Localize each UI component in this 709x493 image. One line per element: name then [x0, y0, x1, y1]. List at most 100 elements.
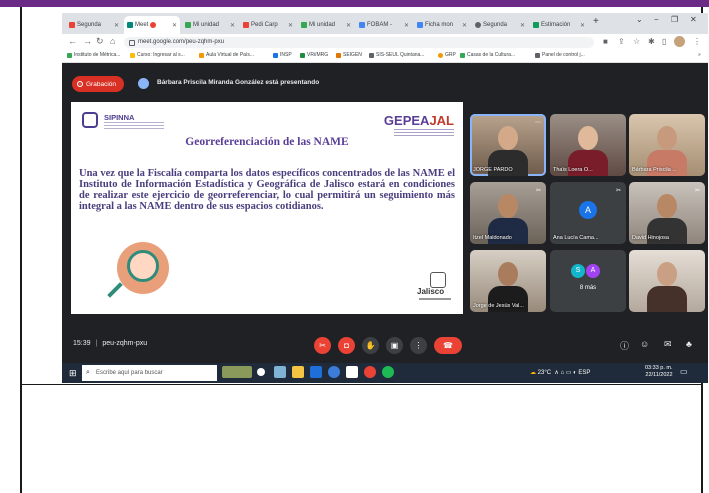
meeting-info: 15:39 | peu-zqhm-pxu — [73, 340, 147, 347]
camera-toggle-button[interactable]: ◘ — [338, 337, 355, 354]
back-icon[interactable]: ← — [68, 36, 77, 46]
address-toolbar: ← → ↻ ⌂ meet.google.com/peu-zqhm-pxu ■ ⇪… — [62, 34, 708, 50]
reload-icon[interactable]: ↻ — [96, 36, 104, 47]
top-purple-band — [0, 0, 709, 7]
close-icon[interactable]: ✕ — [520, 22, 525, 29]
sipinna-logo: SIPINNA — [104, 113, 135, 122]
chevron-down-icon[interactable]: ⌄ — [636, 15, 643, 24]
horizontal-divider — [20, 384, 703, 385]
taskbar-weather-widget[interactable] — [222, 366, 252, 378]
close-icon[interactable]: ✕ — [114, 22, 119, 29]
mic-muted-icon: ✂ — [694, 188, 700, 194]
people-icon[interactable]: ☺ — [640, 339, 649, 349]
participant-tile[interactable]: Jorge de Jesús Val... — [470, 250, 546, 312]
tab-estimacion[interactable]: Estimación ✕ — [530, 16, 588, 34]
bookmark-item[interactable]: SIS-SEUL Quintana... — [369, 52, 424, 58]
tab-mi-unidad-2[interactable]: Mi unidad ✕ — [298, 16, 354, 34]
bookmark-label: Instituto de Métrica... — [74, 52, 121, 58]
gmail-icon — [243, 22, 249, 28]
sipinna-subtitle-lines — [104, 122, 164, 130]
participant-video-body — [647, 286, 687, 312]
extensions-icon[interactable]: ✱ — [648, 37, 655, 46]
close-icon[interactable]: ✕ — [288, 22, 293, 29]
tab-label: Segunda — [483, 22, 508, 28]
sidepanel-icon[interactable]: ▯ — [662, 37, 666, 46]
task-view-icon[interactable] — [257, 368, 265, 376]
bookmark-item[interactable]: Casas de la Cultura... — [460, 52, 515, 58]
chat-icon[interactable]: ✉ — [664, 339, 672, 350]
camera-icon[interactable]: ■ — [603, 37, 608, 46]
close-icon[interactable]: ✕ — [346, 22, 351, 29]
bookmark-item[interactable]: Aula Virtual de País... — [199, 52, 254, 58]
bookmark-item[interactable]: Curso: Ingresar al s... — [130, 52, 185, 58]
tab-ficha[interactable]: Ficha mon ✕ — [414, 16, 470, 34]
more-participants-label: 8 más — [579, 285, 597, 291]
close-icon[interactable]: ✕ — [404, 22, 409, 29]
share-icon[interactable]: ⇪ — [618, 37, 625, 46]
weather-temp: 23°C — [537, 370, 552, 376]
more-options-icon[interactable]: ⋯ — [535, 119, 541, 126]
url-bar[interactable]: meet.google.com/peu-zqhm-pxu — [124, 37, 594, 48]
info-icon[interactable]: ⓘ — [620, 339, 629, 352]
activities-icon[interactable]: ♣ — [686, 339, 692, 349]
chrome-icon[interactable] — [364, 366, 376, 378]
taskbar-app-icon[interactable] — [274, 366, 286, 378]
tab-segunda[interactable]: Segunda ✕ — [66, 16, 122, 34]
bookmark-item[interactable]: GRP — [438, 52, 456, 58]
new-tab-button[interactable]: + — [593, 16, 599, 27]
tab-label: Pedi Carp — [251, 22, 278, 28]
close-icon[interactable]: ✕ — [172, 22, 177, 29]
taskbar-search-input[interactable]: ⌕ Escribe aquí para buscar — [82, 365, 217, 381]
taskbar-app-icon[interactable] — [310, 366, 322, 378]
more-options-button[interactable]: ⋮ — [410, 337, 427, 354]
participant-video — [498, 262, 518, 286]
home-icon[interactable]: ⌂ — [110, 36, 115, 46]
edge-icon[interactable] — [328, 366, 340, 378]
tab-label: FOBAM - — [367, 22, 392, 28]
close-icon[interactable]: ✕ — [462, 22, 467, 29]
notifications-icon[interactable]: ▭ — [680, 367, 688, 376]
windows-start-icon[interactable]: ⊞ — [69, 368, 77, 379]
language-indicator[interactable]: ESP — [578, 370, 590, 376]
bookmark-item[interactable]: INSP — [273, 52, 292, 58]
tab-label: Ficha mon — [425, 22, 454, 28]
file-explorer-icon[interactable] — [292, 366, 304, 378]
taskbar-app-icon[interactable] — [382, 366, 394, 378]
bookmark-item[interactable]: Instituto de Métrica... — [67, 52, 120, 58]
close-icon[interactable]: ✕ — [230, 22, 235, 29]
close-window-icon[interactable]: ✕ — [690, 15, 697, 24]
settings-icon[interactable] — [346, 366, 358, 378]
forward-icon[interactable]: → — [83, 36, 92, 46]
participant-tile[interactable] — [629, 250, 705, 312]
participant-tile[interactable]: A ✂ Ana Lucía Cama... — [550, 182, 626, 244]
bookmark-icon — [369, 52, 374, 58]
tab-meet[interactable]: Meet ✕ — [124, 16, 180, 34]
participant-tile[interactable]: Thaïs Loera O... — [550, 114, 626, 176]
profile-avatar[interactable] — [674, 36, 685, 47]
raise-hand-button[interactable]: ✋ — [362, 337, 379, 354]
tab-fobam[interactable]: FOBAM - ✕ — [356, 16, 412, 34]
menu-icon[interactable]: ⋮ — [693, 37, 701, 46]
participant-tile[interactable]: ✂ David Hinojosa — [629, 182, 705, 244]
bookmark-item[interactable]: VRi/MRG — [300, 52, 328, 58]
bookmark-item[interactable]: SEIGEN — [336, 52, 362, 58]
participant-tile[interactable]: ⋯ JORGE PARDO — [470, 114, 546, 176]
end-call-button[interactable]: ☎ — [434, 337, 462, 354]
recording-button[interactable]: Grabación — [72, 76, 124, 92]
restore-icon[interactable]: ❐ — [671, 15, 678, 24]
participant-name: Bárbara Priscila ... — [632, 167, 677, 173]
star-icon[interactable]: ☆ — [633, 37, 640, 46]
participant-tile[interactable]: ✂ Itzel Maldonado — [470, 182, 546, 244]
minimize-icon[interactable]: − — [654, 15, 659, 24]
tab-pedi-carp[interactable]: Pedi Carp ✕ — [240, 16, 296, 34]
tab-mi-unidad-1[interactable]: Mi unidad ✕ — [182, 16, 238, 34]
taskbar-clock[interactable]: 03:33 p. m. 22/11/2022 — [645, 365, 673, 379]
tab-segunda-2[interactable]: Segunda ✕ — [472, 16, 528, 34]
present-screen-button[interactable]: ▣ — [386, 337, 403, 354]
mic-toggle-button[interactable]: ✂ — [314, 337, 331, 354]
close-icon[interactable]: ✕ — [580, 22, 585, 29]
participant-tile[interactable]: Bárbara Priscila ... — [629, 114, 705, 176]
more-bookmarks-icon[interactable]: » — [698, 52, 701, 58]
more-participants-tile[interactable]: S A 8 más — [550, 250, 626, 312]
bookmark-item[interactable]: Panel de control j... — [535, 52, 585, 58]
